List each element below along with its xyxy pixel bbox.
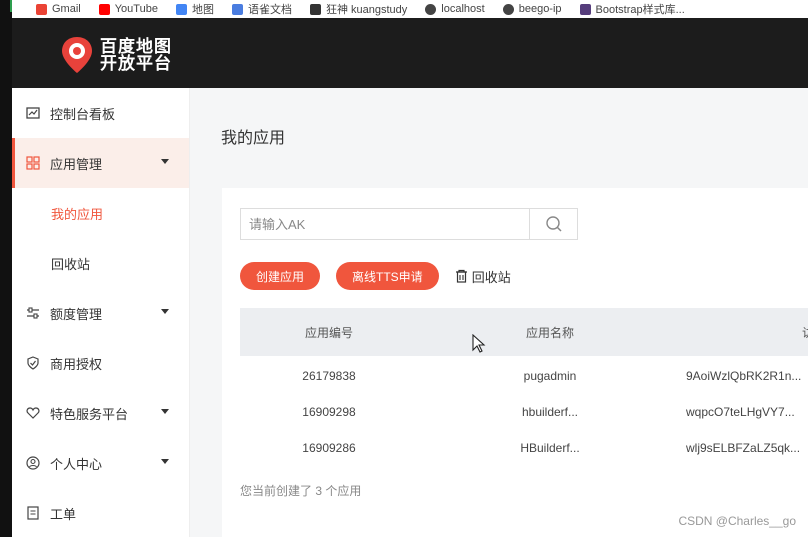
bootstrap-icon bbox=[579, 3, 591, 15]
sliders-icon bbox=[26, 306, 40, 320]
apps-table: 应用编号 应用名称 访问应 26179838 pugadmin 9AoiWzlQ… bbox=[240, 308, 808, 466]
watermark: CSDN @Charles__go bbox=[678, 514, 796, 528]
sidebar-item-featured-services[interactable]: 特色服务平台 bbox=[12, 388, 189, 438]
column-header-app-name: 应用名称 bbox=[525, 325, 574, 340]
yuque-icon bbox=[231, 3, 243, 15]
bookmark-gmail[interactable]: Gmail bbox=[36, 3, 81, 15]
table-row: 16909286 HBuilderf... wlj9sELBFZaLZ5qk..… bbox=[240, 430, 808, 466]
bookmark-maps[interactable]: 地图 bbox=[175, 1, 214, 17]
grid-icon bbox=[26, 156, 40, 170]
map-pin-icon bbox=[62, 37, 92, 73]
window-edge bbox=[0, 0, 12, 537]
action-bar: 创建应用 离线TTS申请 回收站 bbox=[240, 262, 511, 290]
table-row: 26179838 pugadmin 9AoiWzlQbRK2R1n... bbox=[240, 358, 808, 394]
caret-down-icon bbox=[161, 159, 169, 164]
caret-down-icon bbox=[161, 459, 169, 464]
caret-down-icon bbox=[161, 409, 169, 414]
access-key-cell: wlj9sELBFZaLZ5qk... bbox=[686, 441, 801, 455]
bookmark-bootstrap[interactable]: Bootstrap样式库... bbox=[579, 1, 685, 17]
access-key-cell: 9AoiWzlQbRK2R1n... bbox=[686, 369, 802, 383]
brand-line1: 百度地图 bbox=[100, 37, 172, 56]
brand-logo[interactable]: 百度地图 开放平台 bbox=[60, 36, 172, 74]
globe-icon bbox=[502, 3, 514, 15]
shield-check-icon bbox=[26, 356, 40, 370]
ticket-icon bbox=[26, 506, 40, 520]
search-button[interactable] bbox=[529, 209, 577, 239]
table-header: 应用编号 应用名称 访问应 bbox=[240, 308, 808, 356]
user-icon bbox=[26, 456, 40, 470]
search-icon bbox=[545, 216, 562, 232]
sidebar-item-app-management[interactable]: 应用管理 bbox=[12, 138, 189, 188]
bookmark-kuangstudy[interactable]: 狂神 kuangstudy bbox=[309, 1, 407, 17]
app-count-summary: 您当前创建了 3 个应用 bbox=[240, 484, 362, 498]
recycle-bin-link[interactable]: 回收站 bbox=[455, 267, 511, 286]
bookmark-yuque[interactable]: 语雀文档 bbox=[231, 1, 292, 17]
main-content: 我的应用 创建应用 离线TTS申请 回收站 应用编号 应用名称 访问应 bbox=[190, 88, 808, 537]
apps-card: 创建应用 离线TTS申请 回收站 应用编号 应用名称 访问应 26179838 … bbox=[222, 188, 808, 537]
search-input[interactable] bbox=[241, 209, 529, 239]
offline-tts-apply-button[interactable]: 离线TTS申请 bbox=[336, 262, 439, 290]
sidebar-item-quota[interactable]: 额度管理 bbox=[12, 288, 189, 338]
youtube-icon bbox=[98, 3, 110, 15]
access-key-cell: wqpcO7teLHgVY7... bbox=[686, 405, 795, 419]
bookmark-youtube[interactable]: YouTube bbox=[98, 3, 158, 15]
page-title: 我的应用 bbox=[221, 130, 286, 147]
sidebar-item-recycle-bin[interactable]: 回收站 bbox=[12, 238, 189, 288]
create-app-button[interactable]: 创建应用 bbox=[240, 262, 321, 290]
app-id-cell: 16909286 bbox=[302, 441, 356, 455]
column-header-app-id: 应用编号 bbox=[304, 325, 353, 340]
sidebar-item-tickets[interactable]: 工单 bbox=[12, 488, 189, 537]
dashboard-icon bbox=[26, 106, 40, 120]
app-name-cell: hbuilderf... bbox=[521, 405, 579, 419]
sidebar-item-dashboard[interactable]: 控制台看板 bbox=[12, 88, 189, 138]
bookmark-beego[interactable]: beego-ip bbox=[502, 3, 562, 15]
app-id-cell: 16909298 bbox=[302, 405, 356, 419]
app-id-cell: 26179838 bbox=[302, 369, 356, 383]
app-name-cell: HBuilderf... bbox=[520, 441, 580, 455]
bookmark-localhost[interactable]: localhost bbox=[425, 3, 485, 15]
trash-icon bbox=[455, 269, 467, 283]
bookmarks-bar: Gmail YouTube 地图 语雀文档 狂神 kuangstudy loca… bbox=[12, 0, 808, 18]
brand-line2: 开放平台 bbox=[100, 54, 172, 73]
maps-icon bbox=[175, 3, 187, 15]
sidebar-item-personal-center[interactable]: 个人中心 bbox=[12, 438, 189, 488]
sidebar-item-my-apps[interactable]: 我的应用 bbox=[12, 188, 189, 238]
sidebar-item-commercial-license[interactable]: 商用授权 bbox=[12, 338, 189, 388]
kuangstudy-icon bbox=[309, 3, 321, 15]
top-header: 百度地图 开放平台 bbox=[12, 18, 808, 88]
search-box bbox=[240, 208, 578, 240]
mouse-cursor-icon bbox=[472, 334, 486, 353]
app-name-cell: pugadmin bbox=[523, 369, 577, 383]
sidebar: 控制台看板 应用管理 我的应用 回收站 额度管理 商用授权 特色服务平台 个人中… bbox=[12, 88, 190, 537]
column-header-access-key: 访问应 bbox=[682, 324, 808, 341]
heart-icon bbox=[26, 406, 40, 420]
globe-icon bbox=[425, 3, 437, 15]
caret-down-icon bbox=[161, 309, 169, 314]
table-row: 16909298 hbuilderf... wqpcO7teLHgVY7... bbox=[240, 394, 808, 430]
gmail-icon bbox=[36, 3, 47, 15]
